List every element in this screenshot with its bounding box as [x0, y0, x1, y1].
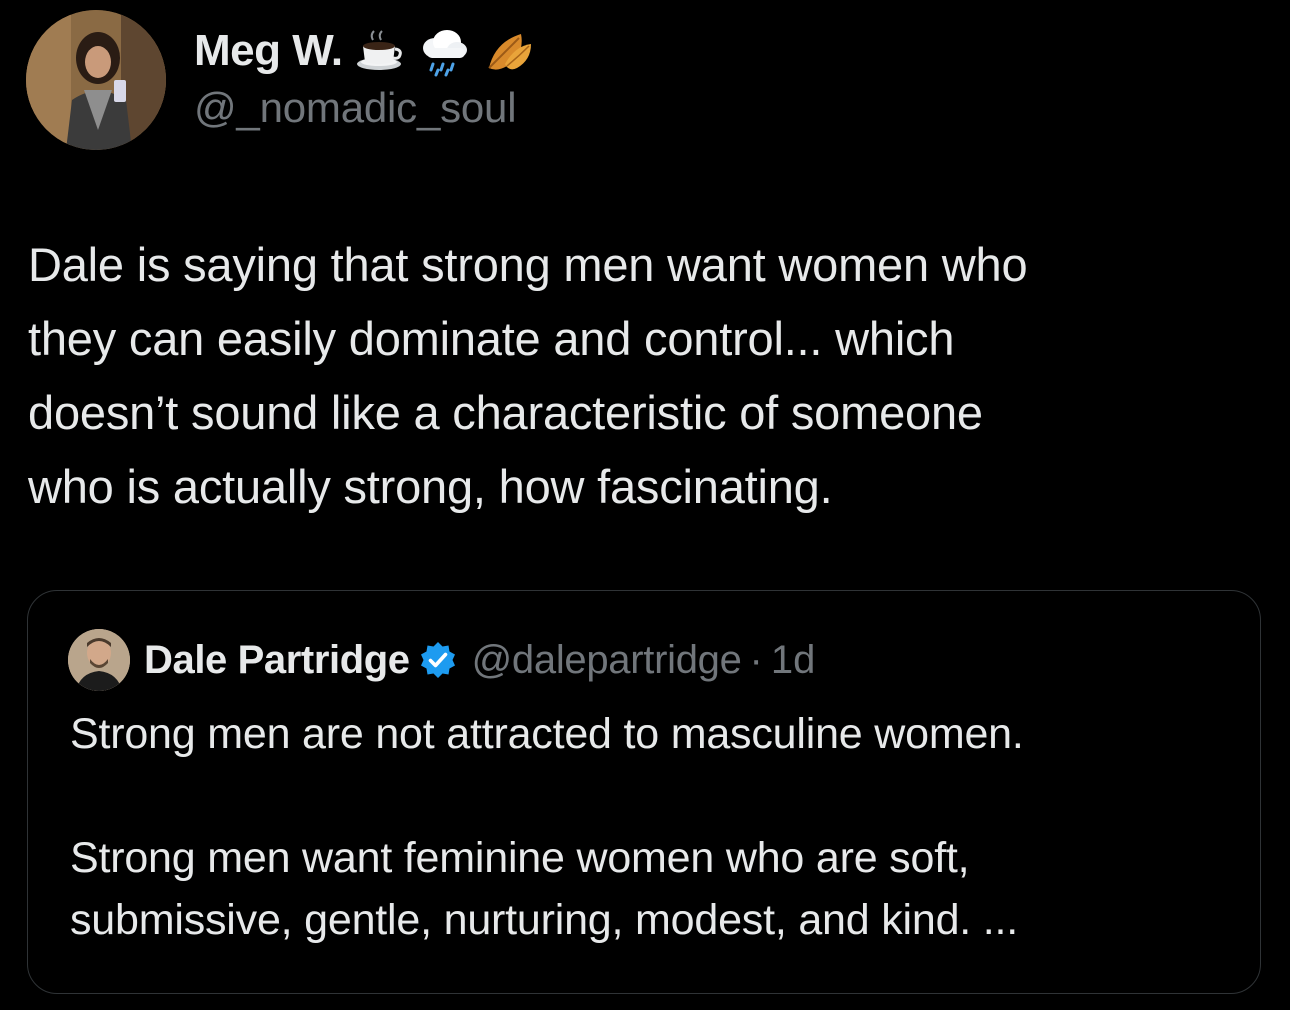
meta-separator: ·	[749, 637, 763, 682]
quoted-tweet-text: Strong men are not attracted to masculin…	[70, 710, 1024, 944]
quoted-author-avatar[interactable]	[68, 629, 130, 691]
quoted-tweet-header: Dale Partridge @dalepartridge · 1d	[68, 629, 815, 691]
author-avatar[interactable]	[26, 10, 166, 150]
quoted-author-display-name[interactable]: Dale Partridge	[144, 638, 410, 683]
quoted-tweet-timestamp[interactable]: 1d	[771, 638, 816, 683]
cloud-rain-icon	[417, 24, 471, 78]
coffee-icon	[353, 24, 407, 78]
author-name-row: Meg W.	[194, 22, 535, 80]
tweet-text: Dale is saying that strong men want wome…	[28, 238, 1028, 513]
author-handle[interactable]: @_nomadic_soul	[194, 84, 535, 132]
verified-badge-icon	[418, 640, 458, 680]
quoted-tweet-card[interactable]: Dale Partridge @dalepartridge · 1d Stron…	[27, 590, 1261, 994]
author-info: Meg W. @_nomadic_soul	[194, 22, 535, 132]
quoted-avatar-photo	[68, 629, 130, 691]
quoted-author-handle[interactable]: @dalepartridge	[472, 638, 742, 683]
fallen-leaf-icon	[481, 24, 535, 78]
avatar-photo	[26, 10, 166, 150]
author-display-name[interactable]: Meg W.	[194, 26, 343, 76]
tweet: Meg W. @_nomadic_soul Dale is saying tha…	[0, 0, 1290, 1010]
